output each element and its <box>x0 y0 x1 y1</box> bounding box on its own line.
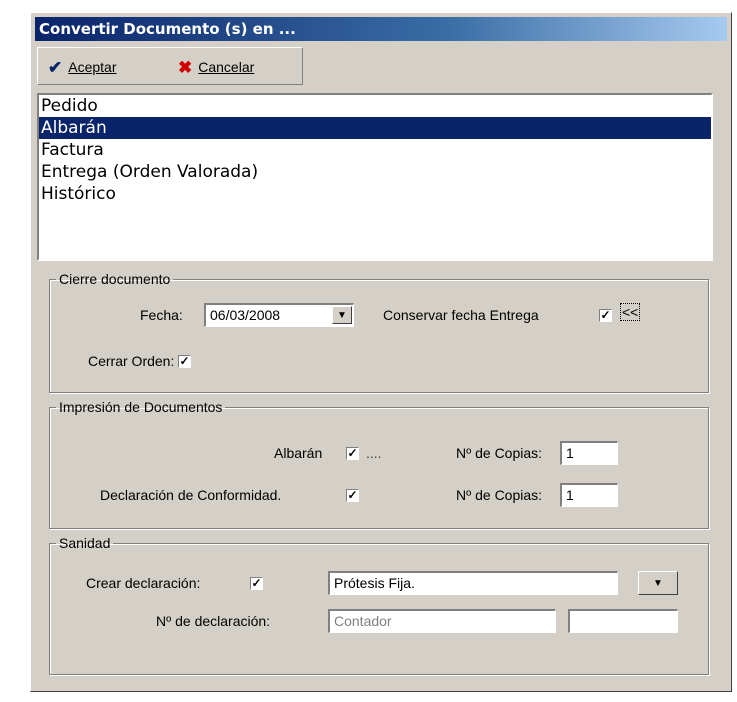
impresion-documentos-group: Impresión de Documentos Albarán ✓ .... N… <box>49 399 709 529</box>
copias-value-2: 1 <box>566 487 574 503</box>
sanidad-group: Sanidad Crear declaración: ✓ Prótesis Fi… <box>49 535 709 675</box>
num-declaracion-label: Nº de declaración: <box>156 613 271 629</box>
crear-declaracion-checkbox[interactable]: ✓ <box>250 577 263 590</box>
list-item-factura[interactable]: Factura <box>39 139 711 161</box>
tipo-dropdown-button[interactable]: ▼ <box>638 571 678 595</box>
cancel-label: Cancelar <box>198 59 255 75</box>
tipo-declaracion-field[interactable]: Prótesis Fija. <box>328 571 618 595</box>
cierre-legend: Cierre documento <box>59 271 171 287</box>
cierre-documento-group: Cierre documento Fecha: 06/03/2008 ▼ Con… <box>49 271 709 393</box>
num-declaracion-extra-field[interactable] <box>568 609 678 633</box>
copias-label-1: Nº de Copias: <box>456 445 543 461</box>
copias-label-2: Nº de Copias: <box>456 487 543 503</box>
albaran-label: Albarán <box>274 445 323 461</box>
sanidad-legend: Sanidad <box>59 535 111 551</box>
cerrar-orden-checkbox[interactable]: ✓ <box>178 355 191 368</box>
toolbar: ✔ Aceptar ✖ Cancelar <box>37 47 303 85</box>
albaran-ellipsis: .... <box>366 445 382 461</box>
chevron-down-icon: ▼ <box>653 578 663 589</box>
copias-value-1: 1 <box>566 445 574 461</box>
conservar-fecha-checkbox[interactable]: ✓ <box>599 309 612 322</box>
num-declaracion-placeholder: Contador <box>334 613 392 629</box>
window-title: Convertir Documento (s) en ... <box>39 20 296 38</box>
impresion-legend: Impresión de Documentos <box>59 399 223 415</box>
fecha-label: Fecha: <box>140 307 183 323</box>
num-declaracion-field[interactable]: Contador <box>328 609 556 633</box>
crear-declaracion-label: Crear declaración: <box>86 575 201 591</box>
convert-document-dialog: Convertir Documento (s) en ... ✔ Aceptar … <box>30 12 732 692</box>
cancel-button[interactable]: ✖ Cancelar <box>178 57 254 77</box>
x-icon: ✖ <box>178 58 193 77</box>
list-item-historico[interactable]: Histórico <box>39 183 711 205</box>
fecha-dropdown-button[interactable]: ▼ <box>332 306 352 324</box>
list-item-pedido[interactable]: Pedido <box>39 95 711 117</box>
accept-button[interactable]: ✔ Aceptar <box>48 57 117 77</box>
list-item-entrega[interactable]: Entrega (Orden Valorada) <box>39 161 711 183</box>
title-bar: Convertir Documento (s) en ... <box>35 17 727 41</box>
copias-input-2[interactable]: 1 <box>560 483 618 507</box>
conformidad-label: Declaración de Conformidad. <box>100 487 282 503</box>
conformidad-checkbox[interactable]: ✓ <box>346 489 359 502</box>
conservar-fecha-label: Conservar fecha Entrega <box>383 307 539 323</box>
tipo-declaracion-value: Prótesis Fija. <box>334 575 415 591</box>
collapse-button[interactable]: << <box>620 303 641 321</box>
fecha-date-field[interactable]: 06/03/2008 ▼ <box>204 303 354 327</box>
cerrar-orden-label: Cerrar Orden: <box>88 353 175 369</box>
fecha-value: 06/03/2008 <box>210 307 281 323</box>
chevron-down-icon: ▼ <box>337 310 347 321</box>
checkmark-icon: ✔ <box>48 58 63 77</box>
list-item-albaran[interactable]: Albarán <box>39 117 711 139</box>
accept-label: Aceptar <box>68 59 117 75</box>
copias-input-1[interactable]: 1 <box>560 441 618 465</box>
document-type-list[interactable]: Pedido Albarán Factura Entrega (Orden Va… <box>37 93 713 261</box>
albaran-checkbox[interactable]: ✓ <box>346 447 359 460</box>
